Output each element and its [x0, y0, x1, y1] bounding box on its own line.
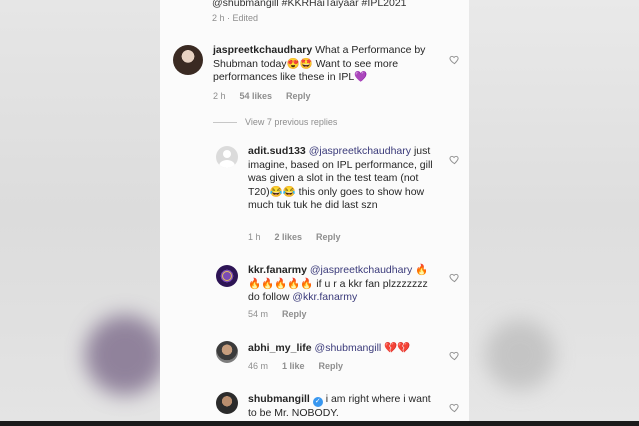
reply-text: 💔💔 [384, 342, 411, 354]
reply-meta: 54 m Reply [248, 309, 307, 319]
heart-icon[interactable] [449, 154, 460, 165]
reply-button[interactable]: Reply [282, 309, 307, 319]
comment-likes[interactable]: 54 likes [240, 91, 273, 101]
blurred-avatar-right [485, 320, 555, 390]
reply-likes[interactable]: 2 likes [275, 232, 303, 242]
reply-username[interactable]: kkr.fanarmy [248, 264, 307, 276]
comment-meta: 2 h 54 likes Reply [213, 91, 311, 101]
reply-mention[interactable]: @shubmangill [315, 342, 382, 354]
default-avatar-body [219, 160, 235, 168]
verified-badge-icon: ✓ [312, 397, 323, 407]
comment-username[interactable]: jaspreetkchaudhary [213, 44, 312, 56]
heart-icon[interactable] [449, 402, 460, 413]
reply-body: kkr.fanarmy @jaspreetkchaudhary 🔥🔥🔥🔥🔥🔥 i… [248, 264, 438, 305]
heart-icon[interactable] [449, 350, 460, 361]
reply-button[interactable]: Reply [316, 232, 341, 242]
instagram-comments-screen: @shubmangill #KKRHaiTaiyaar #IPL2021 2 h… [160, 0, 469, 426]
blurred-avatar-left [85, 315, 165, 395]
reply-body: abhi_my_life @shubmangill 💔💔 [248, 342, 438, 356]
avatar[interactable] [216, 265, 238, 287]
heart-icon[interactable] [449, 272, 460, 283]
avatar[interactable] [216, 341, 238, 363]
reply-username[interactable]: adit.sud133 [248, 145, 306, 157]
view-previous-label: View 7 previous replies [245, 117, 338, 127]
kkr-logo-mark [222, 271, 232, 281]
comment-body: jaspreetkchaudhary What a Performance by… [213, 44, 441, 85]
reply-time: 1 h [248, 232, 261, 242]
default-avatar-head [223, 150, 231, 158]
avatar[interactable] [173, 45, 203, 75]
reply-time: 46 m [248, 361, 269, 371]
reply-button[interactable]: Reply [319, 361, 344, 371]
avatar[interactable] [216, 146, 238, 168]
reply-mention-2[interactable]: @kkr.fanarmy [292, 291, 357, 303]
caption-meta: 2 h · Edited [212, 13, 258, 23]
caption-tail: @shubmangill #KKRHaiTaiyaar #IPL2021 [212, 0, 407, 9]
reply-mention[interactable]: @jaspreetkchaudhary [310, 264, 412, 276]
caption-time: 2 h · Edited [212, 13, 259, 23]
reply-body: adit.sud133 @jaspreetkchaudhary just ima… [248, 145, 434, 213]
reply-meta: 46 m 1 like Reply [248, 361, 343, 371]
avatar[interactable] [216, 392, 238, 414]
heart-icon[interactable] [449, 54, 460, 65]
reply-username[interactable]: shubmangill [248, 393, 310, 405]
divider-line [213, 121, 237, 123]
reply-time: 54 m [248, 309, 269, 319]
comment-time: 2 h [213, 91, 226, 101]
bottom-caption-bar [0, 421, 639, 426]
reply-meta: 1 h 2 likes Reply [248, 232, 341, 242]
reply-button[interactable]: Reply [286, 91, 311, 101]
view-previous-replies[interactable]: View 7 previous replies [213, 117, 337, 127]
reply-mention[interactable]: @jaspreetkchaudhary [309, 145, 411, 157]
reply-likes[interactable]: 1 like [282, 361, 305, 371]
reply-username[interactable]: abhi_my_life [248, 342, 312, 354]
reply-body: shubmangill ✓ i am right where i want to… [248, 393, 434, 421]
